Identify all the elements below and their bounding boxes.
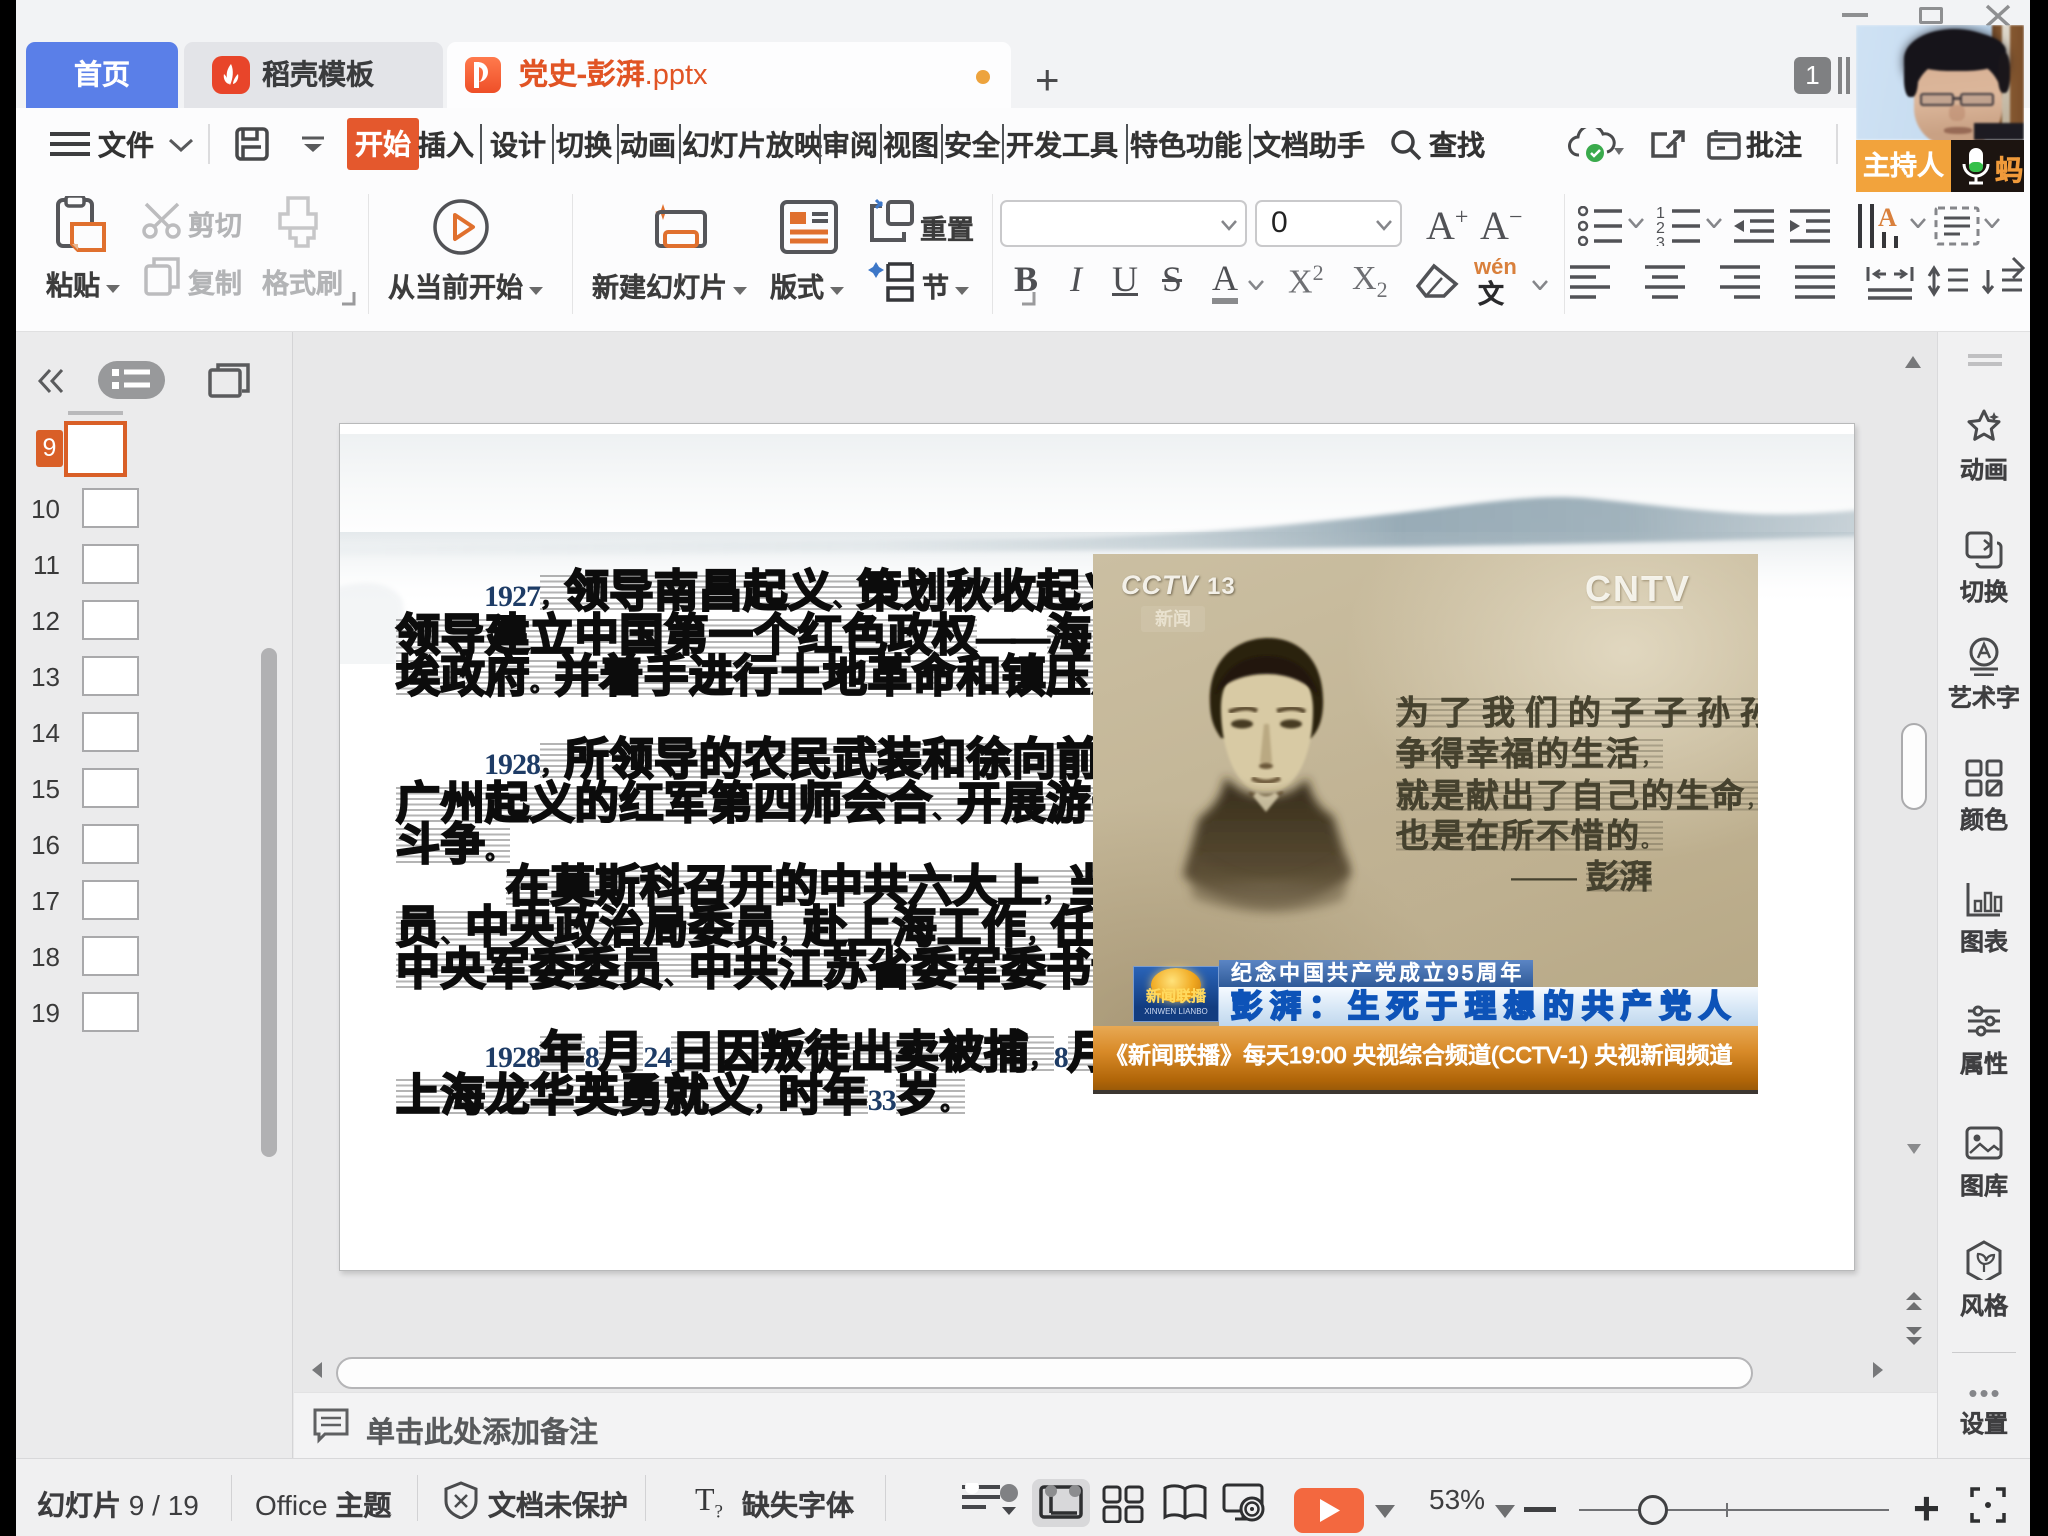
svg-text:3: 3: [1656, 235, 1665, 246]
svg-text:A: A: [1878, 203, 1897, 232]
